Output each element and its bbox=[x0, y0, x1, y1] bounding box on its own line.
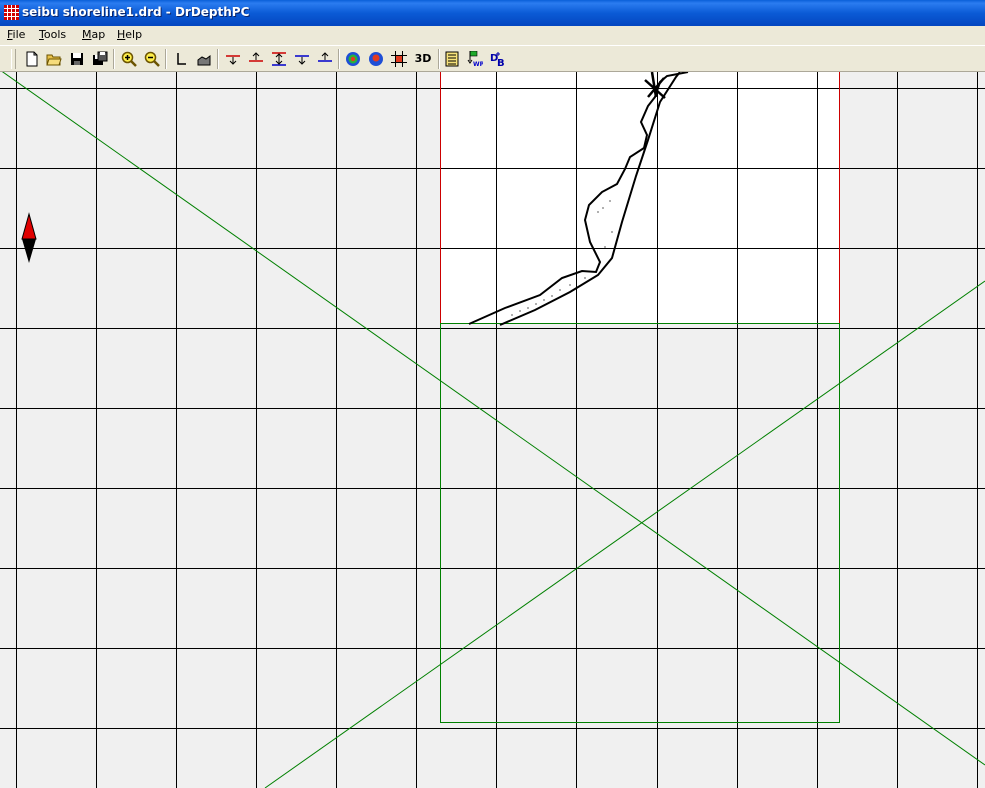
axis-button[interactable] bbox=[170, 48, 191, 69]
grid-app-icon bbox=[4, 5, 19, 20]
depth-red-both-button[interactable] bbox=[268, 48, 289, 69]
menu-help-label: elp bbox=[125, 28, 143, 41]
map-canvas[interactable] bbox=[0, 72, 985, 788]
zoom-out-button[interactable] bbox=[141, 48, 162, 69]
toolbar-separator bbox=[217, 49, 219, 69]
menu-bar: File Tools Map Help bbox=[0, 26, 985, 45]
3d-label: 3D bbox=[414, 52, 432, 65]
toolbar-separator bbox=[438, 49, 440, 69]
menu-help[interactable]: Help bbox=[117, 28, 142, 41]
save-icon bbox=[70, 52, 83, 65]
list-icon bbox=[445, 51, 458, 66]
blue-map-icon bbox=[368, 51, 383, 66]
axis-icon bbox=[176, 52, 186, 65]
database-icon: DB bbox=[490, 51, 505, 67]
3d-view-button[interactable]: 3D bbox=[411, 48, 435, 69]
new-file-icon bbox=[26, 51, 37, 66]
svg-text:B: B bbox=[497, 58, 505, 67]
profile-icon bbox=[197, 54, 210, 65]
svg-text:WP: WP bbox=[473, 61, 483, 67]
open-folder-icon bbox=[45, 54, 62, 65]
color-map-icon bbox=[345, 51, 360, 66]
save-button[interactable] bbox=[66, 48, 87, 69]
map-view[interactable] bbox=[0, 72, 985, 788]
depth-blue-up-button[interactable] bbox=[314, 48, 335, 69]
open-button[interactable] bbox=[43, 48, 64, 69]
color-map-button[interactable] bbox=[342, 48, 363, 69]
title-bar[interactable]: seibu shoreline1.drd - DrDepthPC bbox=[0, 0, 985, 26]
depth-red-up-button[interactable] bbox=[245, 48, 266, 69]
toolbar-grip[interactable] bbox=[11, 49, 16, 69]
menu-file[interactable]: File bbox=[7, 28, 25, 41]
zoom-out-icon bbox=[144, 51, 160, 67]
menu-map-accel: M bbox=[82, 28, 92, 41]
menu-tools-label: ools bbox=[43, 28, 67, 41]
menu-map-label: ap bbox=[91, 28, 106, 41]
profile-button[interactable] bbox=[193, 48, 214, 69]
toolbar-separator bbox=[338, 49, 340, 69]
depth-red-up-icon bbox=[248, 51, 263, 62]
blue-map-button[interactable] bbox=[365, 48, 386, 69]
depth-blue-down-button[interactable] bbox=[291, 48, 312, 69]
depth-red-down-icon bbox=[225, 54, 240, 65]
depth-blue-down-icon bbox=[294, 54, 309, 65]
save-as-icon bbox=[92, 51, 107, 65]
zoom-in-button[interactable] bbox=[118, 48, 139, 69]
chart-area bbox=[441, 72, 840, 324]
database-button[interactable]: DB bbox=[487, 48, 508, 69]
waypoint-icon: WP bbox=[467, 50, 483, 67]
waypoint-button[interactable]: WP bbox=[464, 48, 485, 69]
zoom-in-icon bbox=[121, 51, 137, 67]
north-arrow-icon bbox=[21, 212, 37, 263]
depth-red-down-button[interactable] bbox=[222, 48, 243, 69]
toolbar: 3D WP DB bbox=[0, 45, 985, 72]
depth-blue-up-icon bbox=[317, 51, 332, 62]
grid-button[interactable] bbox=[388, 48, 409, 69]
toolbar-separator bbox=[165, 49, 167, 69]
toolbar-separator bbox=[113, 49, 115, 69]
menu-map[interactable]: Map bbox=[82, 28, 105, 41]
list-button[interactable] bbox=[441, 48, 462, 69]
new-file-button[interactable] bbox=[21, 48, 42, 69]
save-as-button[interactable] bbox=[89, 48, 110, 69]
menu-file-label: ile bbox=[12, 28, 26, 41]
grid-red-icon bbox=[390, 50, 407, 67]
window-title: seibu shoreline1.drd - DrDepthPC bbox=[22, 5, 250, 19]
menu-tools[interactable]: Tools bbox=[39, 28, 66, 41]
depth-red-both-icon bbox=[271, 51, 286, 66]
